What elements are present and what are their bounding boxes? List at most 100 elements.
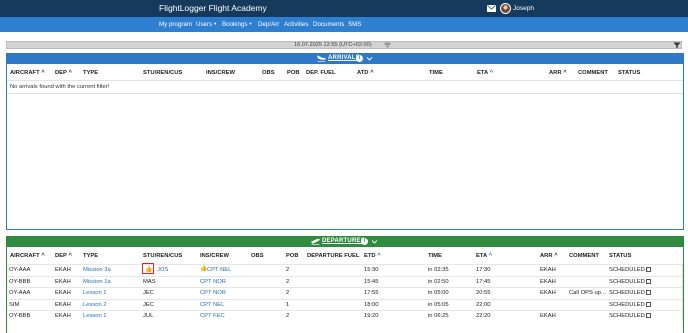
cell-status[interactable]: SCHEDULED <box>609 267 651 273</box>
table-row[interactable]: OY-AAA EKAH Lesson 1 JEC CPT NOR 2 17:55… <box>7 287 683 299</box>
col-aircraft[interactable]: AIRCRAFT ^ <box>10 253 45 259</box>
user-name[interactable]: Joseph <box>513 5 534 12</box>
cell-crew-link[interactable]: CPT NEL <box>207 267 231 273</box>
arrivals-header[interactable]: ARRIVALS i <box>7 54 683 64</box>
col-type[interactable]: TYPE <box>83 253 98 259</box>
cell-etd: 15:30 <box>364 267 379 273</box>
app-title[interactable]: FlightLogger Flight Academy <box>159 3 267 13</box>
col-pob[interactable]: POB <box>287 70 300 76</box>
sort-icon: ^ <box>488 253 493 259</box>
chevron-down-icon[interactable] <box>366 55 373 62</box>
sort-icon: ^ <box>41 70 45 76</box>
col-obs[interactable]: OBS <box>262 70 275 76</box>
sort-icon: ^ <box>68 253 72 259</box>
col-dep[interactable]: DEP ^ <box>55 70 72 76</box>
cell-stu[interactable]: JEC <box>143 302 154 308</box>
cell-aircraft: SIM <box>9 301 20 308</box>
cell-crew-link[interactable]: CPT NEL <box>200 302 224 308</box>
departures-title[interactable]: DEPARTURES <box>322 238 365 244</box>
cell-status[interactable]: SCHEDULED <box>609 278 651 285</box>
nav-bookings-label: Bookings <box>222 21 248 28</box>
cell-status[interactable]: SCHEDULED <box>609 301 651 308</box>
table-edge <box>682 264 683 322</box>
nav-users[interactable]: Users▼ <box>196 21 217 28</box>
calendar-icon[interactable] <box>645 267 651 272</box>
departures-header[interactable]: DEPARTURES i <box>7 237 683 247</box>
filter-icon[interactable] <box>673 42 681 49</box>
col-time[interactable]: TIME <box>429 70 443 76</box>
nav-dep-arr[interactable]: Dep/Arr <box>258 21 279 28</box>
col-pob[interactable]: POB <box>286 253 299 259</box>
sort-icon: ^ <box>489 70 494 76</box>
col-atd[interactable]: ATD ^ <box>357 70 374 76</box>
sort-icon: ^ <box>41 253 45 259</box>
cell-etd: 17:55 <box>364 290 379 296</box>
cell-time: in 06:25 <box>428 313 449 319</box>
cell-arr: EKAH <box>540 278 556 285</box>
cell-pob: 1 <box>286 301 290 308</box>
col-comment[interactable]: COMMENT <box>569 253 599 259</box>
col-crew[interactable]: INS/CREW <box>200 253 229 259</box>
col-time[interactable]: TIME <box>428 253 442 259</box>
avatar[interactable] <box>500 3 511 14</box>
info-icon[interactable]: i <box>361 238 368 245</box>
table-row[interactable]: SIM EKAH Lesson 2 JEC CPT NEL 1 18:00 in… <box>7 298 683 311</box>
col-departure-fuel[interactable]: DEPARTURE FUEL <box>307 253 359 259</box>
table-row[interactable]: OY-BBB EKAH Lesson 1 JUL CPT FEC 2 19:20… <box>7 310 683 322</box>
cell-etd: 18:00 <box>364 301 379 308</box>
col-aircraft[interactable]: AIRCRAFT ^ <box>10 70 45 76</box>
mail-icon[interactable] <box>487 5 496 12</box>
col-eta[interactable]: ETA ^ <box>476 253 492 259</box>
cell-time: in 02:35 <box>428 267 449 273</box>
col-arr[interactable]: ARR ^ <box>540 253 558 259</box>
calendar-icon[interactable] <box>645 278 651 284</box>
col-dep[interactable]: DEP ^ <box>55 253 72 259</box>
cell-dep: EKAH <box>55 313 71 319</box>
nav-my-program[interactable]: My program <box>159 21 192 28</box>
cell-status[interactable]: SCHEDULED <box>609 313 651 319</box>
col-crew[interactable]: INS/CREW <box>206 70 235 76</box>
cell-stu[interactable]: JEC <box>143 290 154 296</box>
cell-pob: 2 <box>286 267 290 273</box>
col-dep-fuel[interactable]: DEP. FUEL <box>306 70 336 76</box>
table-row[interactable]: OY-AAA EKAH Mission 3a 👍 JOS 👍 CPT NEL 2… <box>7 264 683 276</box>
status-label: SCHEDULED <box>609 267 645 273</box>
table-row[interactable]: OY-BBB EKAH Mission 1a MAS CPT NOR 2 15:… <box>7 275 683 288</box>
cell-stu[interactable]: MAS <box>143 279 156 285</box>
col-eta[interactable]: ETA ^ <box>477 70 493 76</box>
status-label: SCHEDULED <box>609 301 645 308</box>
col-comment[interactable]: COMMENT <box>578 70 608 76</box>
col-status[interactable]: STATUS <box>609 253 631 259</box>
calendar-icon[interactable] <box>645 313 651 318</box>
cell-type-link[interactable]: Mission 3a <box>83 267 111 273</box>
col-stu[interactable]: STU/REN/CUS <box>143 253 182 259</box>
col-arr[interactable]: ARR ^ <box>549 70 567 76</box>
col-stu[interactable]: STU/REN/CUS <box>143 70 182 76</box>
nav-sms[interactable]: SMS <box>348 21 361 28</box>
calendar-icon[interactable] <box>645 290 651 295</box>
cell-type-link[interactable]: Lesson 2 <box>83 302 107 308</box>
chevron-down-icon[interactable] <box>371 238 378 245</box>
cell-dep: EKAH <box>55 267 71 273</box>
nav-activities[interactable]: Activities <box>284 21 308 28</box>
col-etd[interactable]: ETD ^ <box>364 253 381 259</box>
calendar-icon[interactable] <box>645 301 651 307</box>
info-icon[interactable]: i <box>356 55 363 62</box>
cell-stu[interactable]: JUL <box>143 313 153 319</box>
cell-status[interactable]: SCHEDULED <box>609 290 651 296</box>
divider <box>7 93 683 94</box>
cell-stu-link[interactable]: JOS <box>157 267 168 273</box>
sort-icon: ^ <box>377 253 381 259</box>
cell-crew-link[interactable]: CPT FEC <box>200 313 225 319</box>
nav-bookings[interactable]: Bookings▼ <box>222 21 252 28</box>
col-obs[interactable]: OBS <box>251 253 264 259</box>
cell-type-link[interactable]: Lesson 1 <box>83 313 107 319</box>
cell-comment[interactable]: Call OPS up... <box>569 290 606 296</box>
cell-crew-link[interactable]: CPT NOR <box>200 279 226 285</box>
cell-crew-link[interactable]: CPT NOR <box>200 290 226 296</box>
col-status[interactable]: STATUS <box>618 70 640 76</box>
col-type[interactable]: TYPE <box>83 70 98 76</box>
nav-documents[interactable]: Documents <box>313 21 344 28</box>
cell-type-link[interactable]: Mission 1a <box>83 279 111 285</box>
cell-type-link[interactable]: Lesson 1 <box>83 290 107 296</box>
